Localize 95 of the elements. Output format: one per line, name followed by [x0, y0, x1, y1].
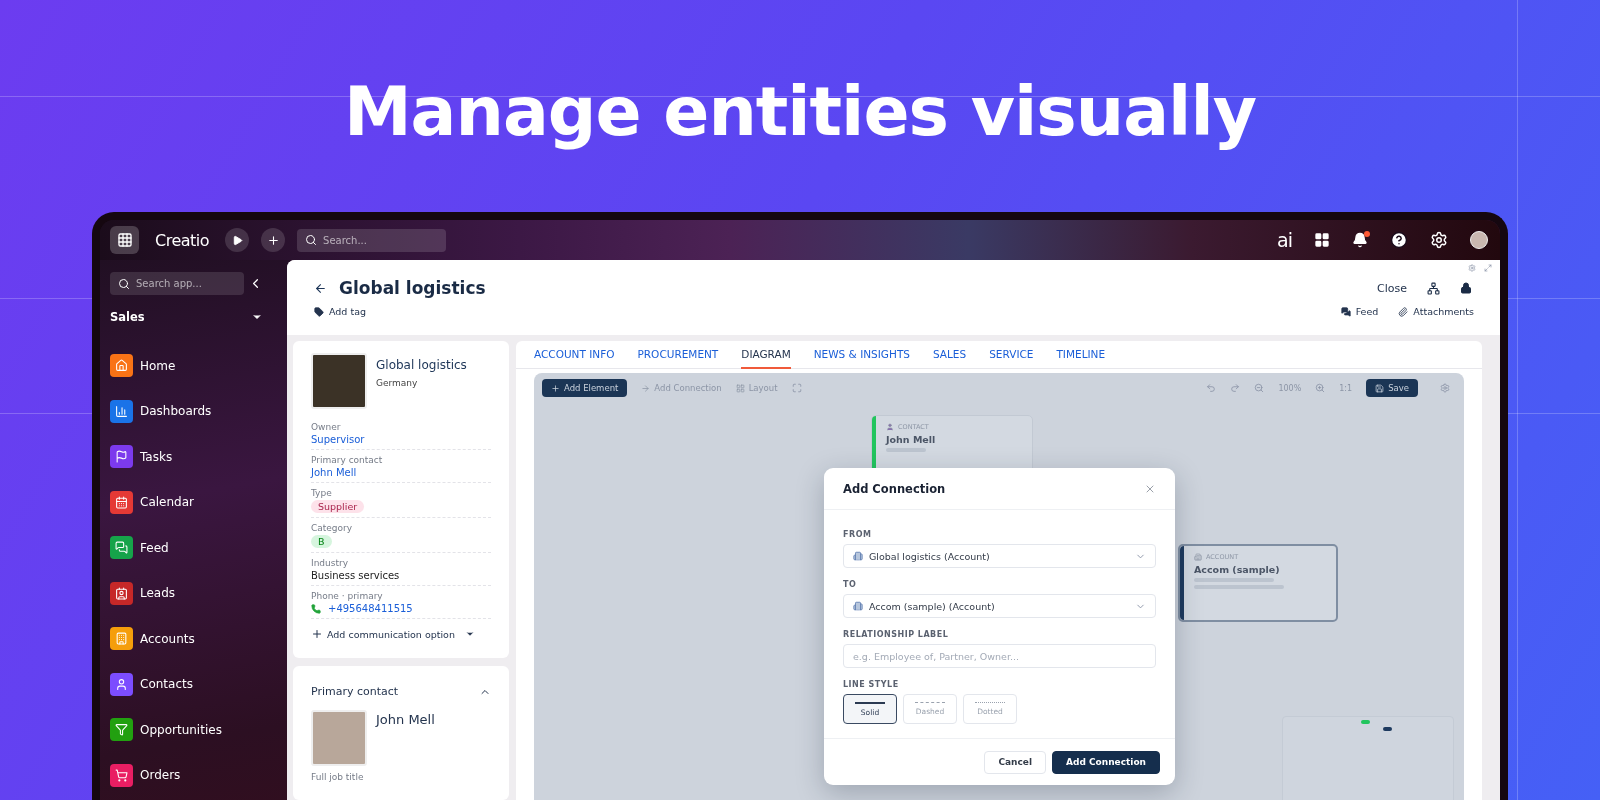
contact-name: John Mell	[376, 712, 435, 729]
play-icon	[231, 234, 243, 246]
search-field[interactable]: Search...	[297, 228, 447, 252]
add-button[interactable]	[261, 228, 286, 252]
plus-icon	[266, 233, 280, 247]
field-link[interactable]: John Mell	[311, 467, 491, 478]
tab[interactable]: SERVICE	[989, 341, 1034, 369]
plus-icon	[311, 628, 323, 640]
arrow-icon	[641, 383, 651, 393]
tab[interactable]: DIAGRAM	[741, 341, 791, 369]
nav-item[interactable]: Contacts	[110, 672, 277, 696]
field-tag: B	[311, 535, 332, 548]
phone-link[interactable]: +495648411515	[328, 603, 413, 614]
account-country: Germany	[376, 378, 419, 388]
dialog-title: Add Connection	[843, 481, 946, 496]
grid-icon	[735, 383, 745, 393]
tab[interactable]: NEWS & INSIGHTS	[813, 341, 910, 369]
add-tag-button[interactable]: Add tag	[314, 306, 366, 317]
back-icon[interactable]	[314, 281, 327, 295]
tag-icon	[314, 306, 324, 317]
headline: Manage entities visually	[343, 72, 1257, 152]
lock-icon[interactable]	[1460, 282, 1472, 294]
node-name: Accom (sample)	[1194, 564, 1281, 575]
notifications-button[interactable]	[1352, 232, 1368, 248]
feed-button[interactable]: Feed	[1340, 306, 1379, 317]
nav-item[interactable]: Leads	[110, 581, 277, 605]
help-icon[interactable]	[1390, 231, 1408, 249]
input-field[interactable]: e.g. Employee of, Partner, Owner...	[843, 644, 1156, 668]
node-name: John Mell	[886, 434, 937, 445]
add-communication-option-button[interactable]: Add communication option	[311, 628, 475, 640]
play-button[interactable]	[225, 228, 250, 252]
field-link[interactable]: Supervisor	[311, 434, 491, 445]
field-label: Primary contact	[311, 455, 384, 465]
field-label: Type	[311, 488, 333, 498]
zoom-level: 100%	[1278, 383, 1302, 393]
cancel-button[interactable]: Cancel	[984, 750, 1046, 774]
nav-item[interactable]: Dashboards	[110, 399, 277, 423]
save-icon	[1375, 383, 1385, 393]
apps-icon[interactable]	[1314, 232, 1330, 248]
app-search-field[interactable]: Search app...	[110, 272, 244, 295]
bell-icon	[1352, 232, 1368, 248]
chat-icon	[1340, 306, 1351, 317]
field-label: RELATIONSHIP LABEL	[843, 630, 950, 639]
field-value: Business services	[311, 570, 401, 581]
field-label: Owner	[311, 422, 342, 432]
nav-item[interactable]: Calendar	[110, 490, 277, 514]
building-icon	[853, 551, 863, 561]
field-tag: Supplier	[311, 500, 365, 513]
search-icon	[305, 234, 318, 246]
nav-item[interactable]: Accounts	[110, 627, 277, 650]
close-button[interactable]: Close	[1377, 281, 1407, 295]
grid-icon	[116, 232, 133, 248]
photo-placeholder	[311, 353, 367, 409]
workspace-selector[interactable]: Sales	[110, 305, 277, 329]
phone-icon[interactable]	[311, 603, 321, 614]
field-label: Industry	[311, 558, 350, 568]
minimap-node	[1383, 727, 1392, 731]
field-label: LINE STYLE	[843, 680, 900, 689]
save-button[interactable]: Save	[1366, 379, 1418, 397]
nav-item[interactable]: Home	[110, 354, 277, 377]
field-label: FROM	[843, 530, 873, 539]
field-label: Category	[311, 523, 354, 533]
user-avatar[interactable]	[1470, 231, 1488, 249]
nav-item[interactable]: Tasks	[110, 445, 277, 468]
building-icon	[1194, 553, 1202, 561]
record-title: Global logistics	[339, 278, 486, 298]
field-label: Full job title	[311, 772, 365, 782]
photo-placeholder	[311, 710, 367, 766]
tab[interactable]: SALES	[932, 341, 967, 369]
plus-icon	[551, 383, 560, 393]
add-element-button[interactable]: Add Element	[542, 379, 628, 397]
tab[interactable]: TIMELINE	[1056, 341, 1106, 369]
logo: Creatio	[155, 230, 210, 250]
select-field[interactable]: Accom (sample) (Account)	[843, 594, 1156, 618]
building-icon	[853, 601, 863, 611]
field-label: Phone · primary	[311, 591, 384, 601]
search-icon	[118, 277, 130, 290]
attachments-button[interactable]: Attachments	[1398, 306, 1474, 317]
field-label: TO	[843, 580, 858, 589]
ai-button[interactable]: ai	[1277, 230, 1292, 250]
card-title: Primary contact	[311, 685, 399, 698]
nav-item[interactable]: Feed	[110, 536, 277, 559]
account-name: Global logistics	[376, 358, 467, 372]
select-field[interactable]: Global logistics (Account)	[843, 544, 1156, 568]
tab[interactable]: PROCUREMENT	[637, 341, 719, 369]
tab[interactable]: ACCOUNT INFO	[534, 341, 615, 369]
nav-item[interactable]: Opportunities	[110, 718, 277, 741]
apps-menu-button[interactable]	[110, 226, 139, 254]
minimap-node	[1361, 720, 1370, 724]
diagram-icon[interactable]	[1427, 281, 1440, 295]
caret-icon	[464, 629, 475, 639]
person-icon	[886, 423, 894, 431]
add-connection-button[interactable]: Add Connection	[1052, 750, 1160, 774]
paperclip-icon	[1398, 306, 1409, 317]
nav-item[interactable]: Orders	[110, 763, 277, 787]
